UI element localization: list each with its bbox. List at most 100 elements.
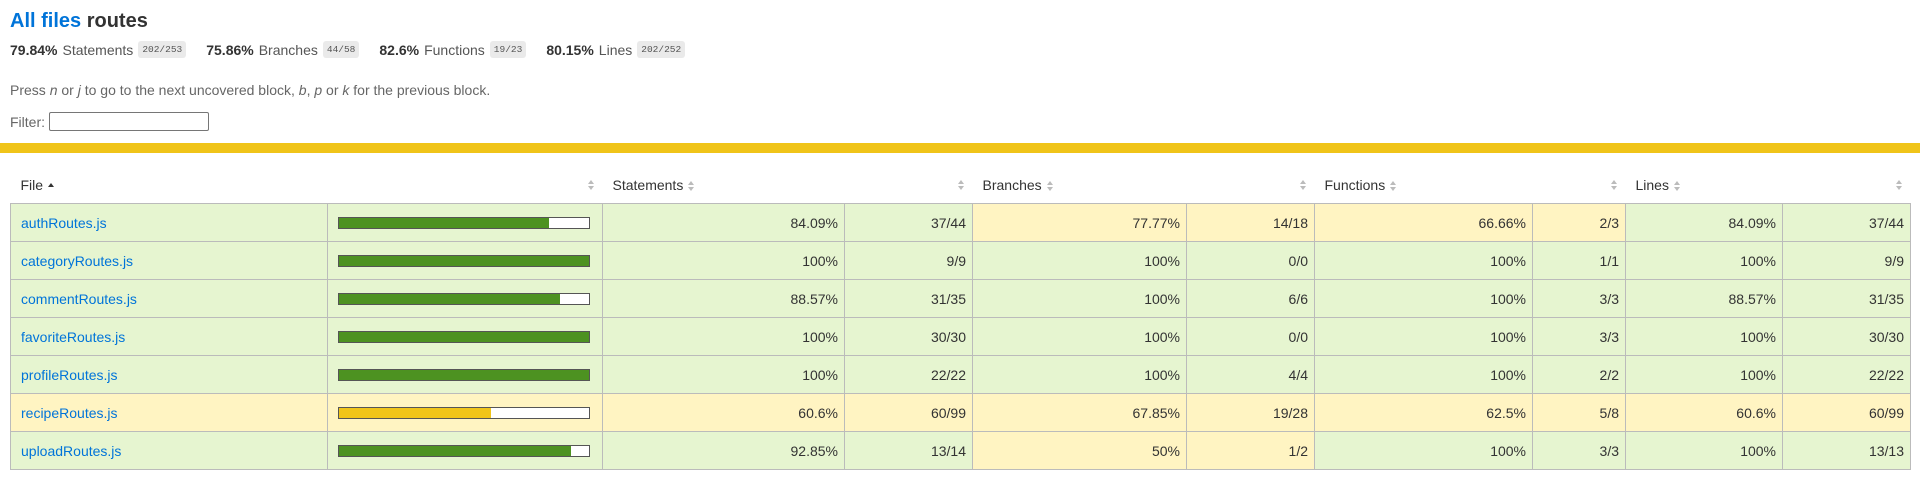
summary-label: Statements: [62, 41, 134, 58]
filter-bar: Filter:: [10, 112, 1910, 131]
coverage-bar-fill: [339, 331, 589, 342]
summary-label: Lines: [598, 41, 633, 58]
file-link[interactable]: recipeRoutes.js: [21, 405, 118, 421]
table-row: recipeRoutes.js 60.6% 60/99 67.85% 19/28 62.5…: [10, 393, 1911, 432]
coverage-summary: 79.84% Statements 202/253 75.86% Branche…: [10, 41, 1910, 58]
statements-pct: 88.57%: [602, 279, 845, 318]
hint-text: for the previous block.: [349, 82, 491, 98]
functions-pct: 100%: [1314, 431, 1533, 470]
table-row: profileRoutes.js 100% 22/22 100% 4/4 100% 2/2 1…: [10, 355, 1911, 394]
col-functions-header[interactable]: Functions: [1315, 167, 1533, 204]
lines-pct: 88.57%: [1625, 279, 1783, 318]
lines-pct: 84.09%: [1625, 203, 1783, 242]
coverage-bar-fill: [339, 369, 589, 380]
summary-fraction: 44/58: [322, 41, 360, 58]
summary-label: Functions: [424, 41, 485, 58]
coverage-bar: [338, 330, 590, 343]
file-link[interactable]: uploadRoutes.js: [21, 443, 121, 459]
statements-fraction: 60/99: [844, 393, 973, 432]
statements-fraction: 30/30: [844, 317, 973, 356]
summary-pct: 80.15%: [546, 41, 594, 58]
col-file-bar-header[interactable]: [328, 167, 603, 204]
sort-icon: [587, 180, 595, 190]
statements-fraction: 13/14: [844, 431, 973, 470]
hint-key: p: [314, 82, 323, 98]
lines-fraction: 22/22: [1782, 355, 1911, 394]
lines-fraction: 13/13: [1782, 431, 1911, 470]
lines-fraction: 60/99: [1782, 393, 1911, 432]
file-cell: uploadRoutes.js: [10, 431, 328, 470]
branches-fraction: 6/6: [1186, 279, 1315, 318]
file-cell: profileRoutes.js: [10, 355, 328, 394]
statements-pct: 100%: [602, 241, 845, 280]
file-link[interactable]: authRoutes.js: [21, 215, 107, 231]
branches-pct: 100%: [972, 241, 1187, 280]
lines-fraction: 31/35: [1782, 279, 1911, 318]
header-label: Statements: [612, 177, 684, 193]
col-branches-raw-header[interactable]: [1187, 167, 1315, 204]
col-statements-header[interactable]: Statements: [603, 167, 845, 204]
lines-fraction: 30/30: [1782, 317, 1911, 356]
summary-branches: 75.86% Branches 44/58: [206, 41, 360, 58]
file-link[interactable]: profileRoutes.js: [21, 367, 118, 383]
coverage-bar: [338, 406, 590, 419]
coverage-bar-cell: [327, 241, 603, 280]
summary-fraction: 19/23: [489, 41, 527, 58]
file-link[interactable]: commentRoutes.js: [21, 291, 137, 307]
status-line: [0, 143, 1920, 153]
col-branches-header[interactable]: Branches: [973, 167, 1187, 204]
file-cell: authRoutes.js: [10, 203, 328, 242]
branches-pct: 50%: [972, 431, 1187, 470]
branches-pct: 67.85%: [972, 393, 1187, 432]
col-lines-raw-header[interactable]: [1783, 167, 1911, 204]
statements-pct: 60.6%: [602, 393, 845, 432]
coverage-table-wrapper: File Statements Branches Functions Lines…: [0, 153, 1920, 470]
branches-fraction: 19/28: [1186, 393, 1315, 432]
file-cell: categoryRoutes.js: [10, 241, 328, 280]
functions-fraction: 1/1: [1532, 241, 1626, 280]
file-link[interactable]: categoryRoutes.js: [21, 253, 133, 269]
functions-pct: 100%: [1314, 317, 1533, 356]
lines-pct: 100%: [1625, 355, 1783, 394]
functions-pct: 100%: [1314, 241, 1533, 280]
statements-pct: 100%: [602, 317, 845, 356]
statements-fraction: 22/22: [844, 355, 973, 394]
table-row: uploadRoutes.js 92.85% 13/14 50% 1/2 100% 3/3 1…: [10, 431, 1911, 470]
col-functions-raw-header[interactable]: [1533, 167, 1626, 204]
coverage-table: File Statements Branches Functions Lines…: [10, 167, 1911, 470]
branches-fraction: 4/4: [1186, 355, 1315, 394]
col-file-header[interactable]: File: [11, 167, 328, 204]
file-cell: commentRoutes.js: [10, 279, 328, 318]
header-label: File: [20, 177, 44, 193]
statements-pct: 84.09%: [602, 203, 845, 242]
coverage-bar: [338, 292, 590, 305]
branches-pct: 100%: [972, 279, 1187, 318]
functions-fraction: 2/3: [1532, 203, 1626, 242]
col-statements-raw-header[interactable]: [845, 167, 973, 204]
branches-pct: 100%: [972, 317, 1187, 356]
summary-fraction: 202/252: [637, 41, 686, 58]
hint-text: Press: [10, 82, 50, 98]
filter-input[interactable]: [49, 112, 209, 131]
summary-pct: 82.6%: [379, 41, 420, 58]
col-lines-header[interactable]: Lines: [1626, 167, 1783, 204]
lines-pct: 100%: [1625, 241, 1783, 280]
sort-icon: [1610, 180, 1618, 190]
coverage-bar-fill: [339, 255, 589, 266]
summary-fraction: 202/253: [138, 41, 187, 58]
table-row: authRoutes.js 84.09% 37/44 77.77% 14/18 66.66…: [10, 203, 1911, 242]
file-link[interactable]: favoriteRoutes.js: [21, 329, 125, 345]
functions-pct: 100%: [1314, 355, 1533, 394]
coverage-rows: authRoutes.js 84.09% 37/44 77.77% 14/18 66.66…: [10, 203, 1911, 470]
sort-icon: [1390, 181, 1397, 192]
all-files-link[interactable]: All files: [10, 10, 81, 32]
file-cell: favoriteRoutes.js: [10, 317, 328, 356]
lines-pct: 100%: [1625, 431, 1783, 470]
table-row: favoriteRoutes.js 100% 30/30 100% 0/0 100% 3/3…: [10, 317, 1911, 356]
hint-text: or: [57, 82, 78, 98]
functions-pct: 100%: [1314, 279, 1533, 318]
functions-fraction: 3/3: [1532, 279, 1626, 318]
sort-icon: [688, 181, 695, 192]
summary-functions: 82.6% Functions 19/23: [379, 41, 527, 58]
coverage-bar-cell: [327, 431, 603, 470]
